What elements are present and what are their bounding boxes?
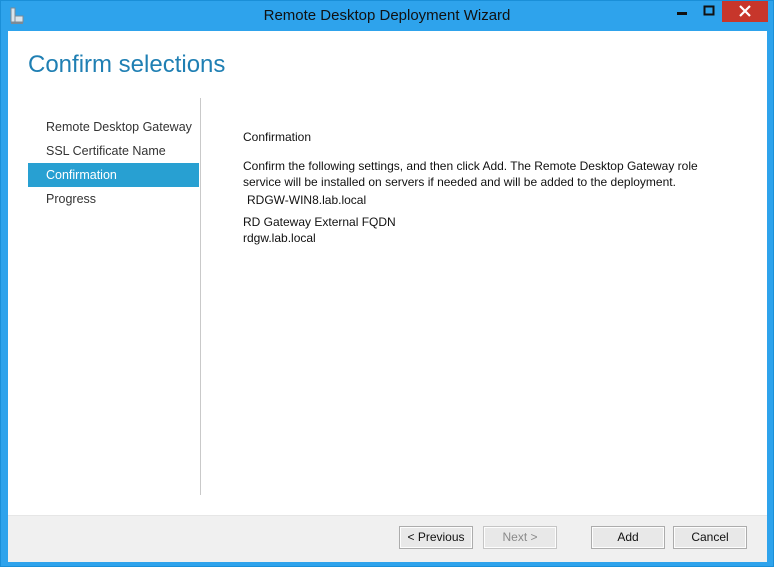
nav-item-progress[interactable]: Progress <box>28 187 199 211</box>
cancel-button[interactable]: Cancel <box>673 526 747 549</box>
wizard-nav: Remote Desktop Gateway SSL Certificate N… <box>28 115 199 211</box>
nav-item-ssl-certificate-name[interactable]: SSL Certificate Name <box>28 139 199 163</box>
nav-item-confirmation[interactable]: Confirmation <box>28 163 199 187</box>
minimize-button[interactable] <box>668 1 696 22</box>
window-title: Remote Desktop Deployment Wizard <box>263 7 511 24</box>
nav-item-remote-desktop-gateway[interactable]: Remote Desktop Gateway <box>28 115 199 139</box>
wizard-body: Confirm selections Remote Desktop Gatewa… <box>8 31 767 562</box>
add-button[interactable]: Add <box>591 526 665 549</box>
page-title: Confirm selections <box>28 51 226 78</box>
confirmation-description: Confirm the following settings, and then… <box>243 159 698 189</box>
next-button[interactable]: Next > <box>483 526 557 549</box>
button-bar: < Previous Next > Add Cancel <box>8 515 767 562</box>
wizard-window: Remote Desktop Deployment Wizard Confirm… <box>0 0 774 567</box>
fqdn-value: rdgw.lab.local <box>243 231 316 245</box>
title-bar: Remote Desktop Deployment Wizard <box>1 1 773 31</box>
section-title: Confirmation <box>243 130 312 144</box>
fqdn-label: RD Gateway External FQDN <box>243 215 396 229</box>
server-name: RDGW-WIN8.lab.local <box>247 193 367 207</box>
confirmation-panel: Confirmation Confirm the following setti… <box>243 130 733 246</box>
previous-button[interactable]: < Previous <box>399 526 473 549</box>
maximize-button[interactable] <box>696 1 722 22</box>
nav-divider <box>200 98 201 495</box>
close-button[interactable] <box>722 1 768 22</box>
